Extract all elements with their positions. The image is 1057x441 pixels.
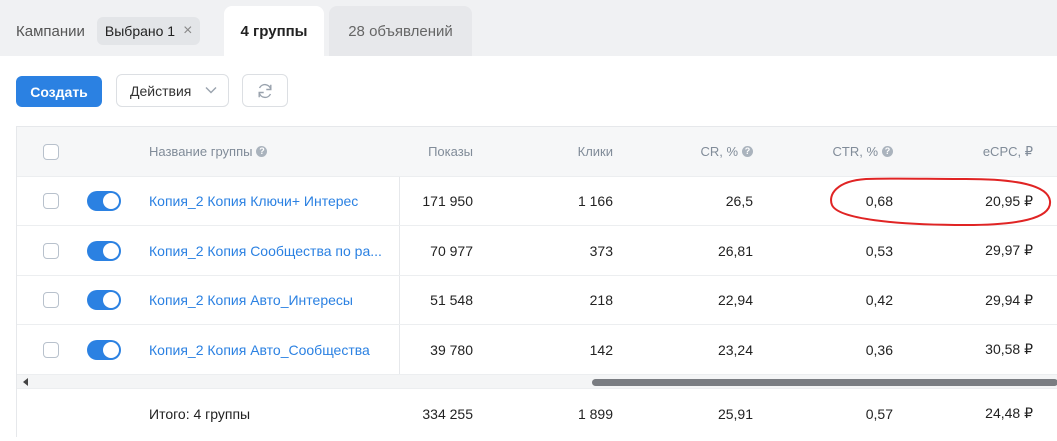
groups-table: Название группы ? Показы Клики CR, % ? C… [16, 126, 1057, 437]
impressions-cell: 171 950 [422, 193, 473, 209]
clicks-cell: 373 [589, 242, 613, 259]
cr-cell: 26,5 [725, 193, 753, 209]
row-checkbox-cell [43, 325, 59, 374]
create-button[interactable]: Создать [16, 76, 102, 107]
total-ctr: 0,57 [865, 405, 893, 422]
clicks-cell: 1 166 [577, 193, 613, 209]
row-checkbox[interactable] [43, 292, 59, 308]
row-checkbox[interactable] [43, 341, 59, 358]
total-row: Итого: 4 группы 334 255 1 899 25,91 0,57… [17, 389, 1057, 438]
ctr-cell: 0,36 [865, 341, 893, 358]
group-name-cell: Копия_2 Копия Ключи+ Интерес [149, 177, 389, 225]
cr-cell: 23,24 [717, 341, 753, 358]
scrollbar-thumb[interactable] [592, 379, 1057, 386]
row-checkbox-cell [43, 177, 59, 225]
group-name-link[interactable]: Копия_2 Копия Сообщества по ра... [149, 243, 382, 259]
impressions-cell: 51 548 [430, 292, 473, 308]
group-name-link[interactable]: Копия_2 Копия Авто_Интересы [149, 292, 353, 308]
clicks-cell: 218 [589, 292, 613, 308]
row-checkbox[interactable] [43, 193, 59, 209]
help-circle-icon[interactable]: ? [256, 146, 268, 157]
table-row: Копия_2 Копия Авто_Интересы 51 548 218 2… [17, 276, 1057, 325]
tab-campaigns-label: Кампании [16, 22, 85, 40]
chevron-down-icon [205, 87, 217, 94]
row-toggle-cell [87, 325, 121, 374]
total-clicks: 1 899 [577, 405, 613, 422]
group-name-link[interactable]: Копия_2 Копия Ключи+ Интерес [149, 193, 358, 209]
group-name-cell: Копия_2 Копия Сообщества по ра... [149, 226, 389, 275]
total-cr: 25,91 [717, 405, 753, 422]
ecpc-cell: 29,94 ₽ [985, 291, 1033, 308]
header-cr-label: CR, % [700, 144, 738, 159]
row-toggle-cell [87, 177, 121, 225]
status-toggle[interactable] [87, 240, 121, 261]
ctr-cell: 0,68 [865, 193, 893, 209]
header-cr[interactable]: CR, % ? [613, 127, 753, 176]
row-checkbox[interactable] [43, 242, 59, 259]
row-checkbox-cell [43, 276, 59, 324]
group-name-cell: Копия_2 Копия Авто_Сообщества [149, 325, 389, 374]
selected-chip-label: Выбрано 1 [104, 23, 176, 39]
cr-cell: 26,81 [717, 242, 753, 259]
help-circle-icon[interactable]: ? [742, 146, 753, 157]
table-row: Копия_2 Копия Сообщества по ра... 70 977… [17, 226, 1057, 276]
ecpc-cell: 20,95 ₽ [985, 192, 1033, 209]
table-row: Копия_2 Копия Авто_Сообщества 39 780 142… [17, 325, 1057, 375]
tab-bar: Кампании Выбрано 1 × 4 группы 28 объявле… [0, 0, 1057, 56]
header-name[interactable]: Название группы ? [149, 127, 389, 176]
group-name-link[interactable]: Копия_2 Копия Авто_Сообщества [149, 342, 370, 358]
total-label: Итого: 4 группы [149, 405, 251, 422]
header-ctr[interactable]: CTR, % ? [753, 127, 893, 176]
row-toggle-cell [87, 276, 121, 324]
refresh-icon [258, 83, 272, 98]
horizontal-scrollbar[interactable] [17, 375, 1057, 389]
ecpc-cell: 29,97 ₽ [985, 242, 1033, 258]
impressions-cell: 70 977 [430, 242, 473, 259]
ctr-cell: 0,42 [865, 292, 893, 308]
close-icon[interactable]: × [183, 23, 192, 39]
table-row: Копия_2 Копия Ключи+ Интерес 171 950 1 1… [17, 177, 1057, 226]
total-impressions: 334 255 [422, 405, 473, 422]
actions-label: Действия [130, 82, 192, 99]
scroll-left-icon[interactable] [23, 378, 28, 386]
impressions-cell: 39 780 [430, 341, 473, 358]
selected-filter-chip: Выбрано 1 × [96, 17, 201, 45]
ctr-cell: 0,53 [865, 242, 893, 259]
actions-dropdown[interactable]: Действия [116, 74, 229, 107]
help-circle-icon[interactable]: ? [882, 146, 893, 157]
clicks-cell: 142 [589, 341, 613, 358]
tab-groups[interactable]: 4 группы [224, 6, 324, 56]
tab-ads[interactable]: 28 объявлений [329, 6, 472, 56]
header-clicks[interactable]: Клики [473, 127, 613, 176]
toolbar: Создать Действия [0, 56, 1057, 126]
status-toggle[interactable] [87, 339, 121, 360]
header-impressions[interactable]: Показы [399, 127, 473, 176]
status-toggle[interactable] [87, 191, 121, 211]
select-all-checkbox[interactable] [43, 143, 59, 160]
cr-cell: 22,94 [717, 292, 753, 308]
total-ecpc: 24,48 ₽ [985, 405, 1033, 421]
header-name-label: Название группы [149, 144, 253, 159]
row-toggle-cell [87, 226, 121, 275]
tab-campaigns[interactable]: Кампании Выбрано 1 × [0, 6, 220, 56]
refresh-button[interactable] [242, 74, 288, 107]
header-ctr-label: CTR, % [832, 144, 879, 159]
row-checkbox-cell [43, 226, 59, 275]
header-ecpc[interactable]: eCPC, ₽ [893, 127, 1033, 176]
group-name-cell: Копия_2 Копия Авто_Интересы [149, 276, 389, 324]
status-toggle[interactable] [87, 290, 121, 310]
ecpc-cell: 30,58 ₽ [985, 341, 1033, 357]
select-all-cell [43, 127, 63, 176]
table-header: Название группы ? Показы Клики CR, % ? C… [17, 127, 1057, 177]
